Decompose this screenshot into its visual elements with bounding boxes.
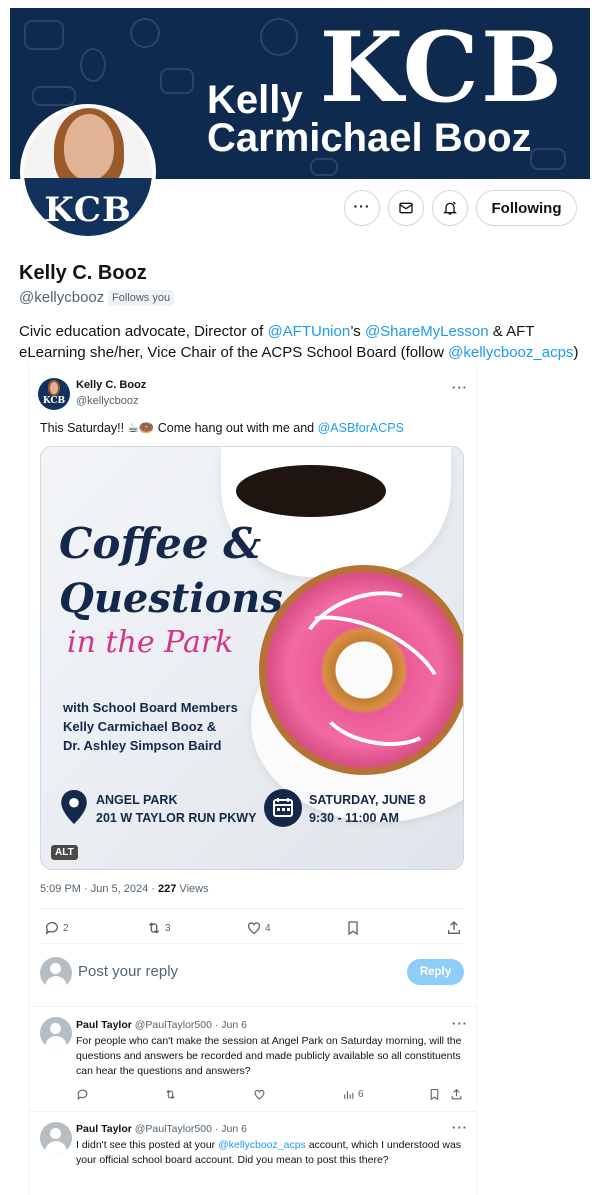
heart-icon — [248, 922, 260, 935]
reply-action[interactable]: 2 — [44, 920, 69, 936]
divider — [28, 1111, 477, 1112]
bookmark-icon — [430, 1089, 439, 1101]
reply-views-action[interactable]: 6 — [342, 1088, 364, 1101]
reply-handle-date[interactable]: @PaulTaylor500 · Jun 6 — [135, 1123, 247, 1135]
profile-bio: Civic education advocate, Director of @A… — [19, 321, 594, 363]
reply-text: For people who can't make the session at… — [76, 1035, 462, 1077]
bio-mention-aftunion[interactable]: @AFTUnion — [267, 323, 350, 340]
reply-text: I didn't see this posted at your @kellyc… — [76, 1138, 466, 1168]
bookmark-icon — [348, 921, 358, 936]
bio-text: ’s — [350, 323, 365, 340]
reply-share-action[interactable] — [450, 1088, 463, 1101]
reply-author-name[interactable]: Paul Taylor — [76, 1123, 132, 1135]
bio-mention-sharemylesson[interactable]: @ShareMyLesson — [365, 323, 489, 340]
retweet-icon — [148, 922, 160, 934]
reply-icon — [45, 922, 58, 935]
notify-button[interactable] — [432, 190, 468, 226]
reply-author-avatar[interactable] — [40, 1017, 72, 1049]
avatar-face — [48, 380, 60, 396]
reply-author-name[interactable]: Paul Taylor — [76, 1019, 132, 1031]
avatar-logo: KCB — [44, 190, 132, 230]
reply-text-body: I didn't see this posted at your — [76, 1139, 219, 1151]
following-button[interactable]: Following — [476, 190, 577, 226]
banner-logo: KCB — [319, 11, 564, 124]
image-title-line2: Questions — [59, 575, 283, 622]
like-count: 4 — [265, 922, 271, 934]
more-button[interactable]: ··· — [344, 190, 380, 226]
bio-text: Civic education advocate, Director of — [19, 323, 268, 340]
current-user-avatar — [40, 957, 72, 989]
image-title-line3: in the Park — [67, 625, 234, 660]
reply-icon — [77, 1089, 88, 1101]
share-icon — [451, 1088, 462, 1100]
reply-more-icon[interactable]: ··· — [452, 1120, 468, 1135]
divider — [40, 908, 464, 909]
calendar-icon — [264, 789, 302, 827]
tweet-more-icon[interactable]: ··· — [452, 380, 468, 395]
like-action[interactable]: 4 — [246, 920, 271, 936]
reply-button[interactable]: Reply — [407, 959, 464, 985]
tweet-author-avatar[interactable]: KCB — [38, 378, 70, 410]
profile-name: Kelly C. Booz — [19, 262, 147, 284]
profile-handle: @kellycbooz — [19, 289, 105, 306]
image-title-line1: Coffee & — [59, 519, 262, 568]
message-button[interactable] — [388, 190, 424, 226]
share-action[interactable] — [446, 920, 462, 936]
more-icon: ··· — [353, 198, 371, 214]
tweet-image[interactable]: Coffee & Questions in the Park with Scho… — [40, 446, 464, 870]
image-sub-line2: Kelly Carmichael Booz & — [63, 719, 217, 734]
coffee-graphic — [236, 465, 386, 517]
donut-graphic — [259, 565, 463, 775]
message-icon — [399, 202, 413, 214]
tweet-view-count: 227 — [158, 883, 177, 895]
reply-author-line: Paul Taylor @PaulTaylor500 · Jun 6 — [76, 1123, 247, 1135]
bio-text: ) — [573, 344, 579, 361]
bio-mention-kellycbooz-acps[interactable]: @kellycbooz_acps — [448, 344, 573, 361]
notify-icon — [443, 201, 457, 215]
image-location-line1: ANGEL PARK — [96, 793, 178, 807]
tweet-views-label: Views — [176, 883, 209, 895]
analytics-icon — [344, 1091, 354, 1099]
reply-reply-action[interactable] — [76, 1088, 89, 1101]
alt-text-badge[interactable]: ALT — [51, 845, 78, 860]
tweet-text: This Saturday!! ☕🍩 Come hang out with me… — [40, 420, 404, 436]
reply-handle-date[interactable]: @PaulTaylor500 · Jun 6 — [135, 1019, 247, 1031]
reply-mention[interactable]: @kellycbooz_acps — [218, 1139, 306, 1151]
reply-retweet-action[interactable] — [164, 1088, 177, 1101]
reply-author-avatar[interactable] — [40, 1122, 72, 1154]
avatar-face — [64, 114, 114, 180]
reply-count: 2 — [63, 922, 69, 934]
bookmark-action[interactable] — [345, 920, 361, 936]
tweet-author-handle[interactable]: @kellycbooz — [76, 395, 139, 407]
tweet-text-body: This Saturday!! ☕🍩 Come hang out with me… — [40, 421, 318, 435]
image-date-line2: 9:30 - 11:00 AM — [309, 811, 399, 825]
tweet-timestamp[interactable]: 5:09 PM · Jun 5, 2024 · — [40, 883, 158, 895]
image-date-line1: SATURDAY, JUNE 8 — [309, 793, 426, 807]
reply-author-line: Paul Taylor @PaulTaylor500 · Jun 6 — [76, 1019, 247, 1031]
follows-you-badge: Follows you — [108, 290, 175, 306]
tweet-author-name[interactable]: Kelly C. Booz — [76, 379, 146, 391]
image-sub-line3: Dr. Ashley Simpson Baird — [63, 738, 222, 753]
image-sub-line1: with School Board Members — [63, 700, 238, 715]
profile-avatar[interactable]: KCB — [20, 104, 156, 240]
reply-more-icon[interactable]: ··· — [452, 1016, 468, 1031]
heart-icon — [254, 1089, 265, 1100]
divider — [40, 943, 464, 944]
retweet-count: 3 — [165, 922, 171, 934]
divider — [28, 1006, 477, 1007]
tweet-meta: 5:09 PM · Jun 5, 2024 · 227 Views — [40, 883, 209, 895]
reply-view-count: 6 — [358, 1089, 364, 1100]
share-icon — [448, 921, 460, 934]
location-pin-icon — [61, 790, 87, 824]
image-location-line2: 201 W TAYLOR RUN PKWY — [96, 811, 257, 825]
reply-input[interactable]: Post your reply — [78, 963, 178, 980]
reply-bookmark-action[interactable] — [428, 1088, 441, 1101]
banner-name-line2: Carmichael Booz — [207, 116, 532, 160]
retweet-icon — [166, 1089, 175, 1100]
avatar-logo: KCB — [42, 396, 66, 406]
retweet-action[interactable]: 3 — [146, 920, 171, 936]
reply-like-action[interactable] — [253, 1088, 266, 1101]
tweet-mention[interactable]: @ASBforACPS — [318, 421, 404, 435]
